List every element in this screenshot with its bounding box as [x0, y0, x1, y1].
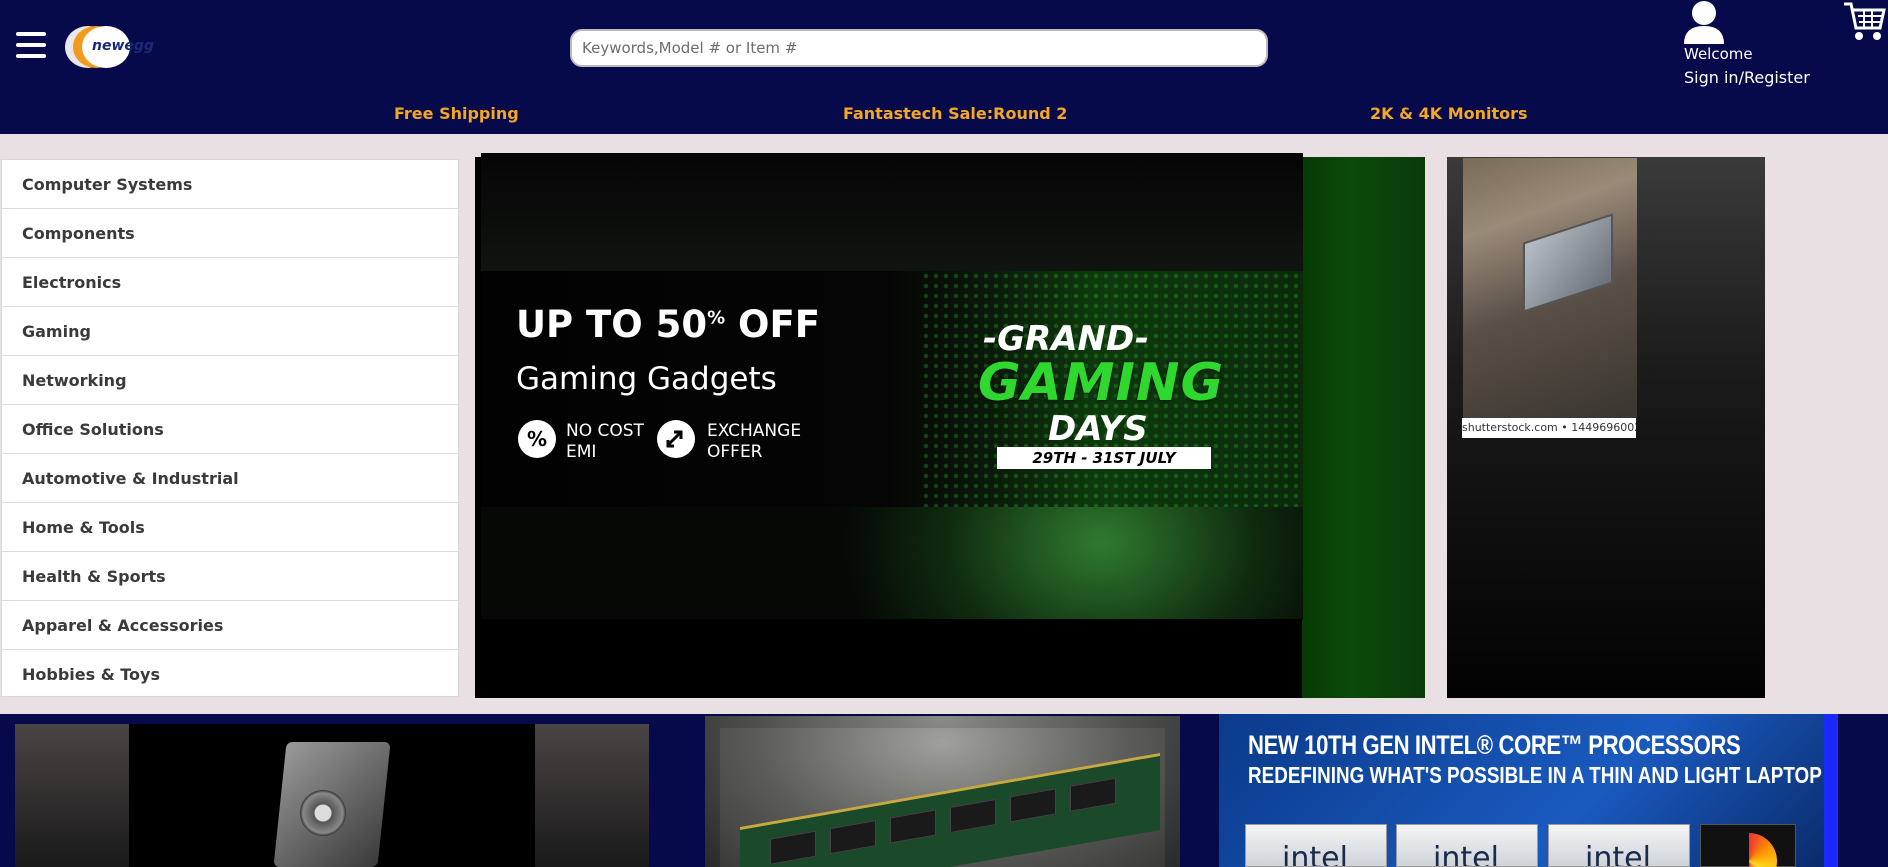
laptop-image — [1523, 213, 1613, 313]
hero-next-slide-edge — [1302, 157, 1425, 698]
no-cost-emi-label: NO COST EMI — [566, 421, 644, 462]
percent-icon: % — [518, 420, 556, 458]
category-computer-systems[interactable]: Computer Systems — [2, 160, 458, 209]
category-components[interactable]: Components — [2, 209, 458, 258]
intel-box-1: intel — [1245, 824, 1387, 867]
logo-text: newegg — [92, 38, 154, 54]
banner-discount-headline: UP TO 50% OFF — [516, 303, 821, 346]
graphics-tile-right-edge — [535, 724, 649, 867]
signin-link[interactable]: Sign in/Register — [1684, 68, 1810, 87]
category-sidebar: Computer Systems Components Electronics … — [1, 159, 459, 697]
days-text: DAYS — [1048, 409, 1148, 449]
cart-icon[interactable] — [1842, 0, 1886, 44]
site-header: newegg Welcome Sign in/Register Free Shi… — [0, 0, 1888, 134]
search-input[interactable] — [570, 29, 1268, 67]
category-automotive-industrial[interactable]: Automotive & Industrial — [2, 454, 458, 503]
category-electronics[interactable]: Electronics — [2, 258, 458, 307]
exchange-offer-label: EXCHANGE OFFER — [707, 421, 802, 462]
menu-icon[interactable] — [16, 32, 46, 58]
category-gaming[interactable]: Gaming — [2, 307, 458, 356]
category-networking[interactable]: Networking — [2, 356, 458, 405]
promo-free-shipping[interactable]: Free Shipping — [394, 104, 519, 123]
intel-headline: NEW 10TH GEN INTEL® CORE™ PROCESSORS — [1248, 730, 1741, 760]
category-apparel-accessories[interactable]: Apparel & Accessories — [2, 601, 458, 650]
promo-monitors[interactable]: 2K & 4K Monitors — [1370, 104, 1528, 123]
intel-box-3: intel — [1548, 824, 1690, 867]
category-health-sports[interactable]: Health & Sports — [2, 552, 458, 601]
graphics-logo-box — [1700, 824, 1796, 867]
intel-box-2: intel — [1396, 824, 1538, 867]
exchange-icon — [657, 420, 695, 458]
promo-fantastech-sale[interactable]: Fantastech Sale:Round 2 — [843, 104, 1067, 123]
intel-tile-edge — [1824, 714, 1838, 867]
photo-caption: shutterstock.com • 1449696002 — [1462, 418, 1636, 438]
banner-subtitle: Gaming Gadgets — [516, 361, 777, 397]
category-office-solutions[interactable]: Office Solutions — [2, 405, 458, 454]
category-hobbies-toys[interactable]: Hobbies & Toys — [2, 650, 458, 699]
gaming-text: GAMING — [978, 353, 1225, 413]
gaming-days-banner[interactable]: UP TO 50% OFF Gaming Gadgets % NO COST EM… — [481, 153, 1303, 619]
newegg-logo[interactable]: newegg — [62, 24, 154, 70]
welcome-text: Welcome — [1684, 45, 1753, 63]
user-icon — [1684, 1, 1724, 44]
gpu-fan-image — [300, 790, 346, 836]
graphics-tile-left-edge — [15, 724, 129, 867]
category-home-tools[interactable]: Home & Tools — [2, 503, 458, 552]
laptop-photo[interactable] — [1463, 158, 1637, 418]
account-menu[interactable]: Welcome Sign in/Register — [1684, 0, 1814, 95]
event-date: 29TH - 31ST JULY — [997, 447, 1211, 469]
intel-subheadline: REDEFINING WHAT'S POSSIBLE IN A THIN AND… — [1248, 762, 1822, 788]
radeon-icon — [1721, 833, 1777, 867]
